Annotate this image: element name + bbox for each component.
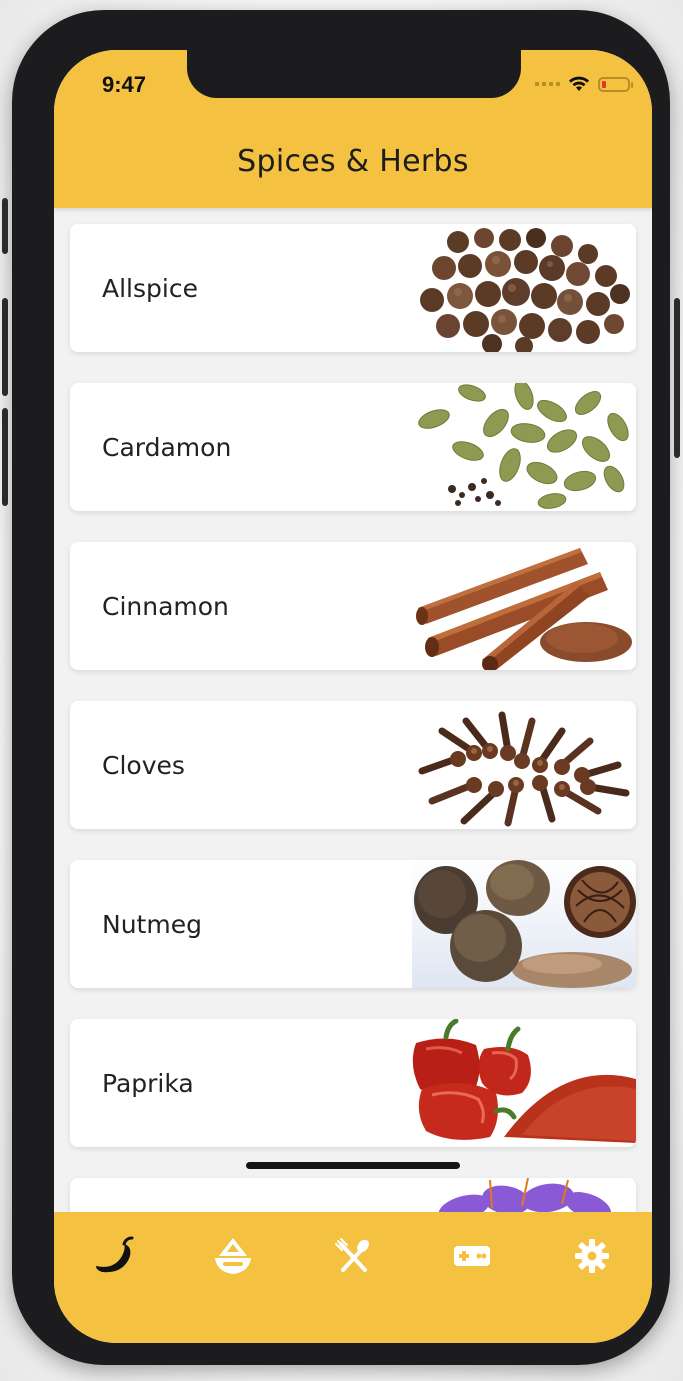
nutmeg-image bbox=[412, 860, 636, 988]
volume-down-button bbox=[2, 408, 8, 506]
tab-games[interactable] bbox=[442, 1234, 502, 1278]
tab-settings[interactable] bbox=[562, 1234, 622, 1278]
herbs-bowl-icon bbox=[215, 1238, 251, 1274]
tab-recipes[interactable] bbox=[323, 1234, 383, 1278]
phone-frame: 9:47 Spices & Herbs Allspice Cardamon Ci… bbox=[2, 10, 680, 1365]
list-item-allspice[interactable]: Allspice bbox=[70, 224, 636, 352]
list-item-cardamon[interactable]: Cardamon bbox=[70, 383, 636, 511]
list-item-nutmeg[interactable]: Nutmeg bbox=[70, 860, 636, 988]
paprika-image bbox=[412, 1019, 636, 1147]
status-time: 9:47 bbox=[102, 72, 147, 97]
tab-herbs[interactable] bbox=[203, 1234, 263, 1278]
chili-pepper-icon bbox=[96, 1236, 134, 1273]
utensils-icon bbox=[335, 1238, 369, 1272]
page-title: Spices & Herbs bbox=[237, 144, 469, 179]
gear-icon bbox=[575, 1239, 609, 1273]
list-item-label: Cloves bbox=[102, 750, 185, 780]
cellular-signal-icon bbox=[535, 82, 560, 86]
cloves-image bbox=[412, 701, 636, 829]
app-screen: 9:47 Spices & Herbs Allspice Cardamon Ci… bbox=[54, 50, 652, 1343]
device-notch bbox=[187, 50, 521, 98]
spice-list[interactable]: Allspice Cardamon Cinnamon Cloves Nutmeg… bbox=[54, 208, 652, 1213]
tab-spices[interactable] bbox=[84, 1234, 144, 1278]
list-item-label: Paprika bbox=[102, 1068, 194, 1098]
power-button bbox=[674, 298, 680, 458]
saffron-image bbox=[412, 1178, 636, 1213]
cinnamon-image bbox=[412, 542, 636, 670]
gamepad-icon bbox=[454, 1246, 490, 1266]
status-indicators bbox=[535, 76, 633, 92]
list-item-label: Allspice bbox=[102, 273, 198, 303]
volume-up-button bbox=[2, 298, 8, 396]
tab-bar bbox=[54, 1212, 652, 1343]
allspice-image bbox=[412, 224, 636, 352]
list-item-paprika[interactable]: Paprika bbox=[70, 1019, 636, 1147]
battery-icon bbox=[598, 76, 633, 92]
list-item-cloves[interactable]: Cloves bbox=[70, 701, 636, 829]
list-item-label: Nutmeg bbox=[102, 909, 202, 939]
list-item-cinnamon[interactable]: Cinnamon bbox=[70, 542, 636, 670]
home-indicator[interactable] bbox=[246, 1162, 460, 1169]
cardamon-image bbox=[412, 383, 636, 511]
mute-switch bbox=[2, 198, 8, 254]
list-item-label: Cardamon bbox=[102, 432, 232, 462]
wifi-icon bbox=[569, 76, 589, 91]
list-item-saffron[interactable] bbox=[70, 1178, 636, 1213]
list-item-label: Cinnamon bbox=[102, 591, 229, 621]
